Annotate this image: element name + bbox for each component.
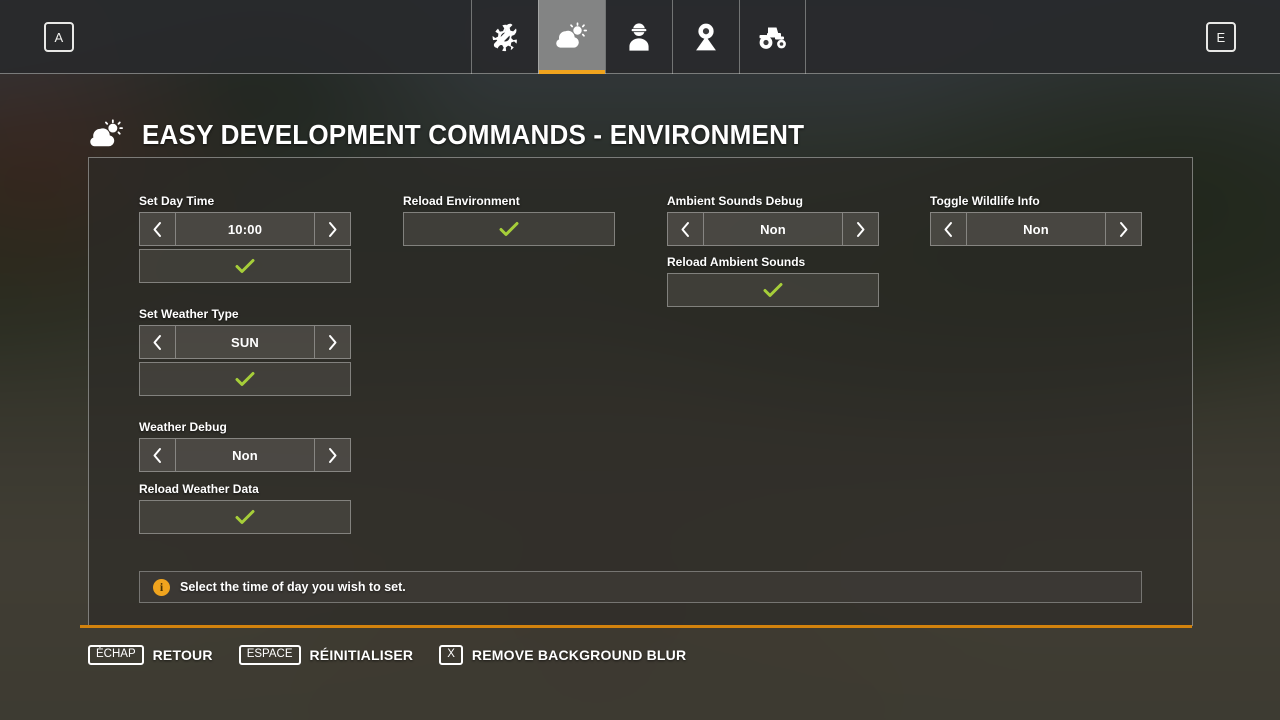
- tab-settings[interactable]: [471, 0, 538, 74]
- help-item-remove-blur[interactable]: X REMOVE BACKGROUND BLUR: [439, 644, 687, 665]
- chevron-right-icon[interactable]: [314, 326, 350, 358]
- chevron-left-icon[interactable]: [140, 326, 176, 358]
- ambient-sounds-debug-value: Non: [760, 221, 786, 237]
- apply-set-day-time-button[interactable]: [139, 249, 351, 283]
- field-reload-weather-data: Reload Weather Data: [139, 482, 351, 534]
- chevron-right-icon[interactable]: [1105, 213, 1141, 245]
- person-cap-icon: [625, 22, 653, 52]
- help-item-reset[interactable]: ESPACE RÉINITIALISER: [238, 644, 414, 665]
- tab-strip: [471, 0, 806, 74]
- field-set-day-time: Set Day Time 10:00: [139, 194, 351, 246]
- next-page-key-button[interactable]: E: [1206, 22, 1236, 52]
- help-label: RETOUR: [152, 646, 213, 663]
- page-title: EASY DEVELOPMENT COMMANDS - ENVIRONMENT: [142, 119, 805, 150]
- tractor-icon: [757, 24, 789, 50]
- help-key: X: [439, 644, 463, 665]
- field-weather-debug: Weather Debug Non: [139, 420, 351, 472]
- chevron-left-icon[interactable]: [668, 213, 704, 245]
- chevron-right-icon[interactable]: [842, 213, 878, 245]
- help-bar: ÉCHAP RETOUR ESPACE RÉINITIALISER X REMO…: [88, 644, 687, 665]
- help-key: ÉCHAP: [88, 644, 144, 665]
- chevron-right-icon[interactable]: [314, 439, 350, 471]
- toggle-wildlife-info-value: Non: [1023, 221, 1049, 237]
- check-icon: [763, 282, 783, 298]
- prev-page-key-button[interactable]: A: [44, 22, 74, 52]
- weather-cloud-sun-icon: [90, 118, 124, 152]
- weather-debug-selector[interactable]: Non: [139, 438, 351, 472]
- field-toggle-wildlife-info: Toggle Wildlife Info Non: [930, 194, 1142, 246]
- weather-debug-value: Non: [232, 447, 258, 463]
- field-label: Toggle Wildlife Info: [930, 194, 1040, 208]
- screen-root: A E EASY DEVELOPMENT COMMANDS - ENVIRONM…: [0, 0, 1280, 720]
- check-icon: [499, 221, 519, 237]
- set-weather-type-value: SUN: [230, 334, 260, 350]
- reload-environment-button[interactable]: [403, 212, 615, 246]
- field-reload-ambient-sounds: Reload Ambient Sounds: [667, 255, 879, 307]
- next-page-key-label: E: [1216, 29, 1226, 45]
- weather-cloud-sun-icon: [556, 22, 588, 52]
- chevron-left-icon[interactable]: [931, 213, 967, 245]
- ambient-sounds-debug-selector[interactable]: Non: [667, 212, 879, 246]
- field-label: Set Day Time: [139, 194, 215, 208]
- help-label: RÉINITIALISER: [309, 646, 414, 663]
- reload-weather-data-button[interactable]: [139, 500, 351, 534]
- set-day-time-selector[interactable]: 10:00: [139, 212, 351, 246]
- field-label: Reload Weather Data: [139, 482, 259, 496]
- field-reload-environment: Reload Environment: [403, 194, 615, 246]
- apply-set-weather-type-button[interactable]: [139, 362, 351, 396]
- field-label: Ambient Sounds Debug: [667, 194, 803, 208]
- tab-map[interactable]: [672, 0, 739, 74]
- info-circle-icon: i: [153, 578, 170, 596]
- set-day-time-value: 10:00: [227, 221, 263, 237]
- help-key: ESPACE: [238, 644, 301, 665]
- tab-vehicles[interactable]: [739, 0, 806, 74]
- panel-accent-underline: [80, 625, 1192, 628]
- field-set-weather-type: Set Weather Type SUN: [139, 307, 351, 359]
- top-navigation-bar: A E: [0, 0, 1280, 74]
- help-label: REMOVE BACKGROUND BLUR: [471, 646, 687, 663]
- check-icon: [235, 509, 255, 525]
- tab-player[interactable]: [605, 0, 672, 74]
- prev-page-key-label: A: [54, 29, 64, 45]
- chevron-left-icon[interactable]: [140, 439, 176, 471]
- check-icon: [235, 371, 255, 387]
- help-item-back[interactable]: ÉCHAP RETOUR: [88, 644, 213, 665]
- toggle-wildlife-info-selector[interactable]: Non: [930, 212, 1142, 246]
- gear-wrench-icon: [490, 22, 520, 52]
- map-pin-icon: [692, 22, 720, 52]
- field-label: Reload Environment: [403, 194, 520, 208]
- reload-ambient-sounds-button[interactable]: [667, 273, 879, 307]
- check-icon: [235, 258, 255, 274]
- field-label: Weather Debug: [139, 420, 227, 434]
- info-text: Select the time of day you wish to set.: [180, 580, 406, 594]
- set-weather-type-selector[interactable]: SUN: [139, 325, 351, 359]
- info-bar: i Select the time of day you wish to set…: [139, 571, 1142, 603]
- field-label: Reload Ambient Sounds: [667, 255, 806, 269]
- chevron-right-icon[interactable]: [314, 213, 350, 245]
- field-ambient-sounds-debug: Ambient Sounds Debug Non: [667, 194, 879, 246]
- tab-environment[interactable]: [538, 0, 605, 74]
- page-title-row: EASY DEVELOPMENT COMMANDS - ENVIRONMENT: [90, 118, 854, 152]
- chevron-left-icon[interactable]: [140, 213, 176, 245]
- field-label: Set Weather Type: [139, 307, 239, 321]
